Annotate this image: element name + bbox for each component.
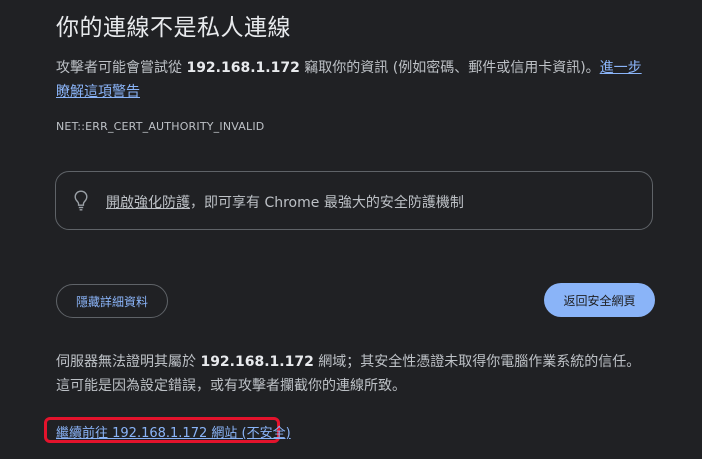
description-text-1: 攻擊者可能會嘗試從 — [56, 60, 187, 76]
error-code: NET::ERR_CERT_AUTHORITY_INVALID — [56, 120, 265, 133]
description-host: 192.168.1.172 — [186, 60, 300, 76]
enhanced-protection-rest: ，即可享有 Chrome 最強大的安全防護機制 — [190, 195, 464, 211]
enable-enhanced-protection-link[interactable]: 開啟強化防護 — [106, 195, 190, 211]
lightbulb-icon — [74, 190, 88, 211]
interstitial-page: 你的連線不是私人連線 攻擊者可能會嘗試從 192.168.1.172 竊取你的資… — [0, 0, 702, 459]
enhanced-protection-text: 開啟強化防護，即可享有 Chrome 最強大的安全防護機制 — [106, 192, 464, 212]
warning-description: 攻擊者可能會嘗試從 192.168.1.172 竊取你的資訊 (例如密碼、郵件或… — [56, 56, 652, 104]
explanation-text-1: 伺服器無法證明其屬於 — [56, 354, 201, 370]
enhanced-protection-box: 開啟強化防護，即可享有 Chrome 最強大的安全防護機制 — [55, 171, 653, 230]
hide-details-button[interactable]: 隱藏詳細資料 — [56, 284, 168, 318]
proceed-unsafe-link[interactable]: 繼續前往 192.168.1.172 網站 (不安全) — [56, 422, 291, 441]
details-explanation: 伺服器無法證明其屬於 192.168.1.172 網域；其安全性憑證未取得你電腦… — [56, 350, 646, 398]
explanation-host: 192.168.1.172 — [200, 354, 314, 370]
page-title: 你的連線不是私人連線 — [56, 15, 291, 41]
description-text-2: 竊取你的資訊 (例如密碼、郵件或信用卡資訊)。 — [299, 60, 600, 76]
back-to-safety-button[interactable]: 返回安全網頁 — [544, 283, 655, 317]
